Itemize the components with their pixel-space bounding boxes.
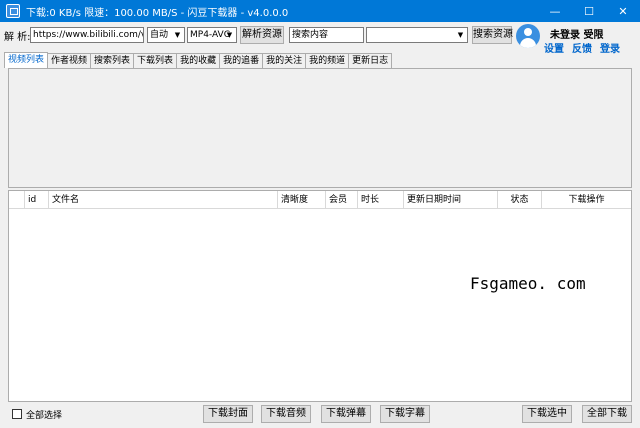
download-all-button[interactable]: 全部下载 — [582, 405, 632, 423]
user-links: 设置 反馈 登录 — [544, 40, 620, 55]
tab-video-list[interactable]: 视频列表 — [4, 52, 49, 68]
login-status: 未登录 受限 — [550, 30, 604, 41]
parse-resource-button[interactable]: 解析资源 — [240, 26, 284, 44]
login-link[interactable]: 登录 — [600, 40, 620, 55]
column-download-action[interactable]: 下载操作 — [542, 191, 631, 209]
search-resource-button[interactable]: 搜索资源 — [472, 26, 513, 44]
column-update-time[interactable]: 更新日期时间 — [404, 191, 498, 209]
window-title: 下载:0 KB/s 限速：100.00 MB/S - 闪豆下载器 - v4.0.… — [26, 7, 289, 19]
file-table: id 文件名 清晰度 会员 时长 更新日期时间 状态 下载操作 — [8, 190, 632, 402]
minimize-button[interactable]: — — [538, 0, 572, 22]
download-cover-button[interactable]: 下载封面 — [203, 405, 253, 423]
quality-select-value: 自动 — [150, 30, 169, 40]
avatar-icon[interactable] — [516, 24, 540, 48]
chevron-down-icon: ▼ — [174, 31, 181, 39]
tab-search-list[interactable]: 搜索列表 — [90, 53, 135, 68]
table-header: id 文件名 清晰度 会员 时长 更新日期时间 状态 下载操作 — [9, 191, 631, 209]
bottom-bar: 全部选择 下载封面 下载音频 下载弹幕 下载字幕 下载选中 全部下载 — [0, 404, 640, 424]
chevron-down-icon: ▼ — [457, 31, 464, 39]
column-id[interactable]: id — [25, 191, 49, 209]
close-button[interactable]: ✕ — [606, 0, 640, 22]
column-duration[interactable]: 时长 — [358, 191, 404, 209]
download-danmaku-button[interactable]: 下载弹幕 — [321, 405, 371, 423]
app-icon — [6, 4, 20, 18]
chevron-down-icon: ▼ — [226, 31, 233, 39]
tab-bar: 视频列表 作者视频 搜索列表 下载列表 我的收藏 我的追番 我的关注 我的频道 … — [4, 52, 393, 68]
quality-select[interactable]: 自动 ▼ — [147, 27, 185, 43]
settings-link[interactable]: 设置 — [544, 40, 564, 55]
column-select[interactable] — [9, 191, 25, 209]
tab-my-favorites[interactable]: 我的收藏 — [176, 53, 221, 68]
select-all-checkbox[interactable] — [12, 409, 22, 419]
tab-author-videos[interactable]: 作者视频 — [47, 53, 92, 68]
column-member[interactable]: 会员 — [326, 191, 358, 209]
url-input[interactable]: https://www.bilibili.com/v — [30, 27, 144, 43]
search-input[interactable]: 搜索内容 — [289, 27, 364, 43]
tab-my-channels[interactable]: 我的频道 — [305, 53, 350, 68]
window-controls: — ☐ ✕ — [538, 0, 640, 22]
download-selected-button[interactable]: 下载选中 — [522, 405, 572, 423]
parse-label: 解 析: — [4, 32, 31, 43]
tab-my-follows[interactable]: 我的关注 — [262, 53, 307, 68]
tab-changelog[interactable]: 更新日志 — [348, 53, 393, 68]
download-subtitle-button[interactable]: 下载字幕 — [380, 405, 430, 423]
codec-select[interactable]: MP4-AVC ▼ — [187, 27, 237, 43]
search-type-select[interactable]: ▼ — [366, 27, 468, 43]
select-all-label[interactable]: 全部选择 — [26, 408, 62, 421]
column-resolution[interactable]: 清晰度 — [278, 191, 326, 209]
toolbar: 解 析: https://www.bilibili.com/v 自动 ▼ MP4… — [0, 25, 520, 45]
watermark-text: Fsgameo. com — [470, 274, 586, 293]
tab-download-list[interactable]: 下载列表 — [133, 53, 178, 68]
tab-my-series[interactable]: 我的追番 — [219, 53, 264, 68]
feedback-link[interactable]: 反馈 — [572, 40, 592, 55]
column-filename[interactable]: 文件名 — [49, 191, 278, 209]
title-bar: 下载:0 KB/s 限速：100.00 MB/S - 闪豆下载器 - v4.0.… — [0, 0, 640, 22]
user-area: 未登录 受限 设置 反馈 登录 — [516, 24, 640, 55]
maximize-button[interactable]: ☐ — [572, 0, 606, 22]
video-info-panel — [8, 68, 632, 188]
download-audio-button[interactable]: 下载音频 — [261, 405, 311, 423]
column-status[interactable]: 状态 — [498, 191, 542, 209]
